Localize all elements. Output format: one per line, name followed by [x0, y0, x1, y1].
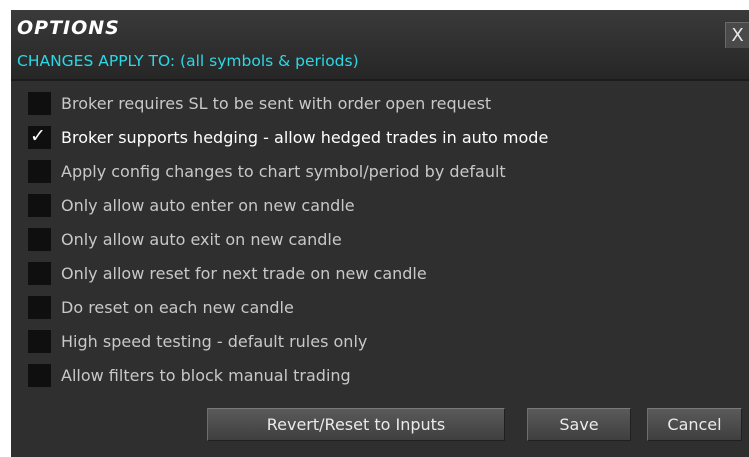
option-label: Broker supports hedging - allow hedged t…: [61, 128, 549, 147]
option-row[interactable]: Allow filters to block manual trading: [11, 364, 749, 398]
option-checkbox[interactable]: [28, 330, 51, 353]
option-row[interactable]: ✓ Broker supports hedging - allow hedged…: [11, 125, 749, 160]
option-checkbox[interactable]: [28, 228, 51, 251]
option-checkbox[interactable]: [28, 296, 51, 319]
dialog-subtitle: CHANGES APPLY TO: (all symbols & periods…: [17, 52, 359, 70]
cancel-button[interactable]: Cancel: [647, 408, 742, 441]
option-checkbox[interactable]: ✓: [28, 125, 51, 149]
header-divider: [11, 79, 749, 81]
option-row[interactable]: High speed testing - default rules only: [11, 330, 749, 364]
option-label: Only allow auto exit on new candle: [61, 230, 342, 249]
option-checkbox[interactable]: [28, 160, 51, 183]
option-label: Only allow auto enter on new candle: [61, 196, 355, 215]
option-label: High speed testing - default rules only: [61, 332, 368, 351]
option-row[interactable]: Broker requires SL to be sent with order…: [11, 92, 749, 126]
check-icon: ✓: [30, 125, 46, 147]
revert-reset-button[interactable]: Revert/Reset to Inputs: [207, 408, 505, 441]
option-row[interactable]: Apply config changes to chart symbol/per…: [11, 160, 749, 194]
option-checkbox[interactable]: [28, 194, 51, 217]
option-label: Do reset on each new candle: [61, 298, 294, 317]
options-dialog: OPTIONS CHANGES APPLY TO: (all symbols &…: [11, 10, 749, 457]
close-button[interactable]: X: [725, 22, 749, 48]
option-row[interactable]: Do reset on each new candle: [11, 296, 749, 330]
option-label: Apply config changes to chart symbol/per…: [61, 162, 506, 181]
option-row[interactable]: Only allow auto exit on new candle: [11, 228, 749, 262]
option-row[interactable]: Only allow auto enter on new candle: [11, 194, 749, 228]
option-row[interactable]: Only allow reset for next trade on new c…: [11, 262, 749, 296]
dialog-title: OPTIONS: [17, 17, 120, 39]
options-list: Broker requires SL to be sent with order…: [11, 92, 749, 398]
option-checkbox[interactable]: [28, 92, 51, 115]
option-checkbox[interactable]: [28, 262, 51, 285]
option-label: Broker requires SL to be sent with order…: [61, 94, 492, 113]
option-checkbox[interactable]: [28, 364, 51, 387]
option-label: Only allow reset for next trade on new c…: [61, 264, 427, 283]
option-label: Allow filters to block manual trading: [61, 366, 351, 385]
dialog-header: OPTIONS CHANGES APPLY TO: (all symbols &…: [11, 10, 749, 79]
save-button[interactable]: Save: [527, 408, 631, 441]
